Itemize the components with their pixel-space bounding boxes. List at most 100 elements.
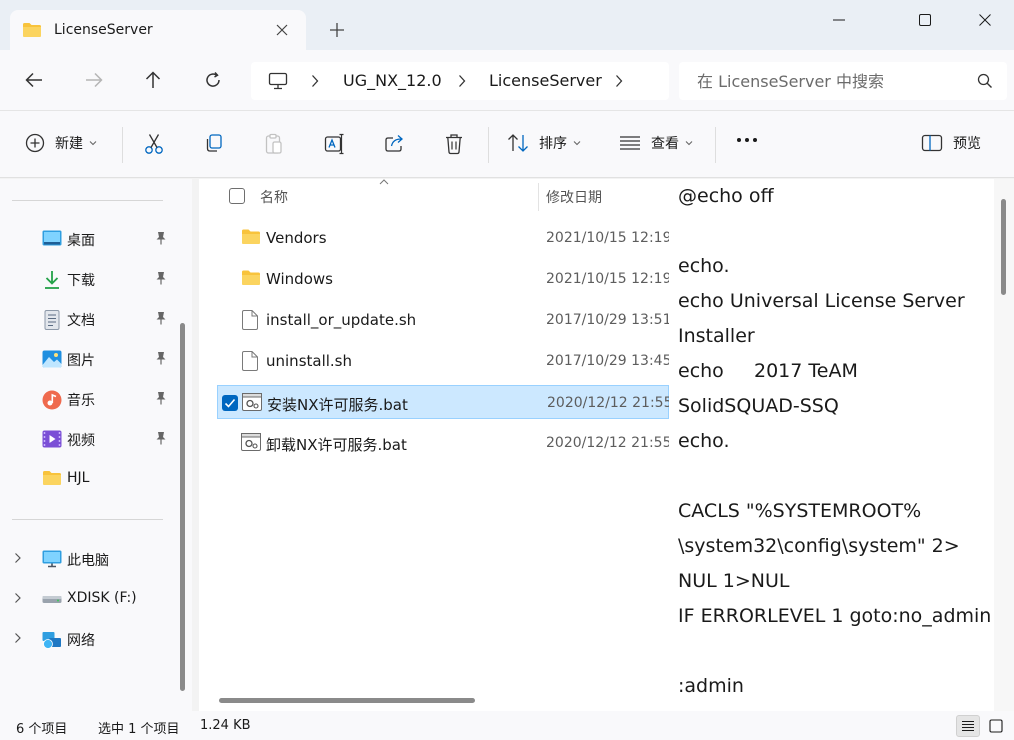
- sidebar-item-label: XDISK (F:): [67, 590, 137, 606]
- breadcrumb-ug-nx[interactable]: UG_NX_12.0: [343, 71, 442, 90]
- select-all-checkbox[interactable]: [229, 188, 245, 204]
- view-button-label: 查看: [651, 136, 679, 152]
- file-date: 2017/10/29 13:45: [546, 353, 669, 369]
- file-row-vendors[interactable]: Vendors 2021/10/15 12:19: [217, 221, 669, 255]
- address-bar[interactable]: UG_NX_12.0 LicenseServer: [251, 62, 669, 100]
- chevron-right-icon[interactable]: [14, 552, 22, 564]
- copy-button[interactable]: [204, 133, 224, 153]
- sidebar-item-xdisk[interactable]: XDISK (F:): [0, 584, 176, 614]
- address-row: UG_NX_12.0 LicenseServer: [0, 50, 1014, 110]
- nav-divider: [12, 200, 163, 201]
- cut-button[interactable]: [144, 133, 164, 155]
- file-name: 安装NX许可服务.bat: [267, 396, 408, 414]
- minimize-button[interactable]: [810, 0, 868, 40]
- file-row-install-or-update[interactable]: install_or_update.sh 2017/10/29 13:51: [217, 303, 669, 337]
- chevron-right-icon[interactable]: [311, 74, 319, 88]
- file-row-uninstall[interactable]: uninstall.sh 2017/10/29 13:45: [217, 344, 669, 378]
- sort-button[interactable]: 排序: [507, 133, 581, 153]
- selection-count: 选中 1 个项目: [98, 722, 180, 737]
- sidebar-item-network[interactable]: 网络: [0, 624, 176, 654]
- pin-icon[interactable]: [155, 351, 167, 365]
- selection-size: 1.24 KB: [200, 718, 251, 733]
- status-bar: 6 个项目 选中 1 个项目 1.24 KB: [0, 711, 1014, 740]
- more-dots-icon: [736, 137, 758, 143]
- new-button[interactable]: 新建: [25, 133, 97, 153]
- details-view-button[interactable]: [956, 715, 980, 737]
- sidebar-item-hjl[interactable]: HJL: [0, 464, 176, 494]
- pin-icon[interactable]: [155, 271, 167, 285]
- sidebar-item-this-pc[interactable]: 此电脑: [0, 544, 176, 574]
- new-tab-icon[interactable]: [330, 23, 344, 37]
- pin-icon[interactable]: [155, 391, 167, 405]
- tab-title: LicenseServer: [54, 22, 153, 38]
- breadcrumb-license-server[interactable]: LicenseServer: [489, 71, 602, 90]
- tab-license-server[interactable]: LicenseServer: [10, 10, 306, 50]
- preview-line: echo.: [678, 255, 730, 277]
- tiles-view-button[interactable]: [984, 715, 1008, 737]
- column-divider[interactable]: [538, 183, 539, 211]
- batch-file-icon: [241, 433, 261, 451]
- row-checkbox-checked[interactable]: [222, 395, 238, 411]
- file-list: 名称 修改日期 Vendors 2021/10/15 12:19 Windows…: [199, 179, 670, 711]
- refresh-button[interactable]: [201, 68, 225, 92]
- delete-button[interactable]: [444, 133, 464, 155]
- sidebar-item-music[interactable]: 音乐: [0, 384, 176, 414]
- sidebar-item-documents[interactable]: 文档: [0, 304, 176, 334]
- column-name-header[interactable]: 名称: [260, 187, 288, 207]
- chevron-down-icon: [573, 140, 581, 146]
- file-row-windows[interactable]: Windows 2021/10/15 12:19: [217, 262, 669, 296]
- folder-icon: [241, 228, 261, 246]
- maximize-button[interactable]: [896, 0, 954, 40]
- search-box[interactable]: [679, 62, 1007, 100]
- computer-icon: [268, 72, 288, 90]
- chevron-right-icon[interactable]: [458, 74, 466, 88]
- preview-line: echo Universal License Server: [678, 290, 965, 312]
- toolbar-divider: [488, 127, 489, 163]
- sidebar-scrollbar[interactable]: [180, 323, 185, 691]
- column-date-header[interactable]: 修改日期: [546, 187, 602, 207]
- search-icon[interactable]: [977, 73, 993, 89]
- rename-button[interactable]: [324, 133, 346, 155]
- forward-button[interactable]: [82, 68, 106, 92]
- pin-icon[interactable]: [155, 431, 167, 445]
- preview-line: :admin: [678, 675, 744, 697]
- add-circle-icon: [25, 133, 45, 153]
- preview-scrollbar[interactable]: [1001, 199, 1006, 295]
- more-options-button[interactable]: [736, 137, 758, 143]
- details-view-icon: [961, 720, 975, 732]
- paste-button[interactable]: [264, 133, 284, 155]
- chevron-down-icon: [685, 140, 693, 146]
- back-button[interactable]: [22, 68, 46, 92]
- chevron-right-icon[interactable]: [14, 592, 22, 604]
- share-button[interactable]: [384, 133, 406, 153]
- file-name: 卸载NX许可服务.bat: [266, 436, 407, 454]
- preview-line: NUL 1>NUL: [678, 570, 790, 592]
- sidebar-item-pictures[interactable]: 图片: [0, 344, 176, 374]
- preview-line: IF ERRORLEVEL 1 goto:no_admin: [678, 605, 992, 627]
- sidebar-item-label: 音乐: [67, 393, 95, 409]
- sidebar-item-label: 文档: [67, 313, 95, 329]
- file-row-install-nx-service[interactable]: 安装NX许可服务.bat 2020/12/12 21:55: [217, 385, 670, 419]
- sidebar-item-videos[interactable]: 视频: [0, 424, 176, 454]
- view-button[interactable]: 查看: [619, 133, 693, 153]
- horizontal-scrollbar[interactable]: [219, 698, 475, 703]
- sidebar-item-desktop[interactable]: 桌面: [0, 224, 176, 254]
- pin-icon[interactable]: [155, 311, 167, 325]
- rename-icon: [324, 133, 346, 155]
- preview-line: \system32\config\system" 2>: [678, 535, 960, 557]
- close-button[interactable]: [956, 0, 1014, 40]
- search-input[interactable]: [679, 62, 969, 100]
- file-row-uninstall-nx-service[interactable]: 卸载NX许可服务.bat 2020/12/12 21:55: [217, 426, 669, 460]
- close-tab-icon[interactable]: [276, 24, 288, 36]
- paste-icon: [264, 133, 284, 155]
- copy-icon: [204, 133, 224, 153]
- toolbar-divider: [715, 127, 716, 163]
- sidebar-item-downloads[interactable]: 下载: [0, 264, 176, 294]
- chevron-right-icon[interactable]: [615, 74, 623, 88]
- tiles-view-icon: [989, 719, 1003, 733]
- up-button[interactable]: [141, 68, 165, 92]
- pin-icon[interactable]: [155, 231, 167, 245]
- file-name: uninstall.sh: [266, 352, 353, 370]
- preview-pane-button[interactable]: 预览: [921, 133, 981, 153]
- chevron-right-icon[interactable]: [14, 632, 22, 644]
